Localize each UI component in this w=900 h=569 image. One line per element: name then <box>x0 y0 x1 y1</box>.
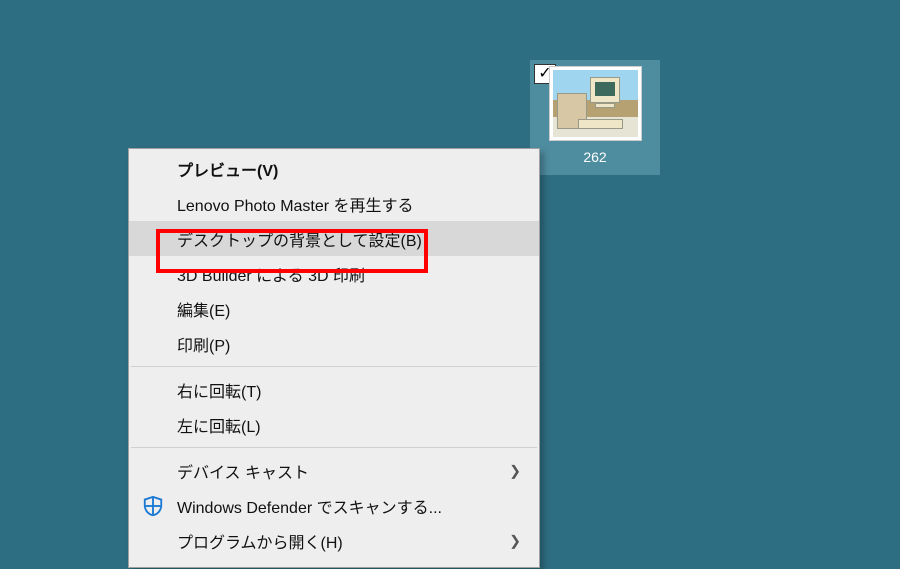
menu-windows-defender-scan[interactable]: Windows Defender でスキャンする... <box>129 488 539 523</box>
menu-separator <box>131 447 537 448</box>
file-label: 262 <box>583 149 606 165</box>
context-menu: プレビュー(V) Lenovo Photo Master を再生する デスクトッ… <box>128 148 540 568</box>
menu-rotate-right[interactable]: 右に回転(T) <box>129 372 539 407</box>
menu-cast-to-device[interactable]: デバイス キャスト ❯ <box>129 453 539 488</box>
file-thumbnail <box>549 66 642 141</box>
menu-open-with[interactable]: プログラムから開く(H) ❯ <box>129 523 539 558</box>
menu-preview[interactable]: プレビュー(V) <box>129 151 539 186</box>
menu-print[interactable]: 印刷(P) <box>129 326 539 361</box>
menu-edit[interactable]: 編集(E) <box>129 291 539 326</box>
chevron-right-icon: ❯ <box>509 462 521 479</box>
menu-rotate-left[interactable]: 左に回転(L) <box>129 407 539 442</box>
menu-3d-builder-print[interactable]: 3D Builder による 3D 印刷 <box>129 256 539 291</box>
desktop-selected-file[interactable]: ✓ 262 <box>530 60 660 175</box>
menu-lenovo-photo-master[interactable]: Lenovo Photo Master を再生する <box>129 186 539 221</box>
chevron-right-icon: ❯ <box>509 532 521 549</box>
menu-set-as-desktop-background[interactable]: デスクトップの背景として設定(B) <box>129 221 539 256</box>
defender-shield-icon <box>141 494 165 518</box>
menu-separator <box>131 366 537 367</box>
